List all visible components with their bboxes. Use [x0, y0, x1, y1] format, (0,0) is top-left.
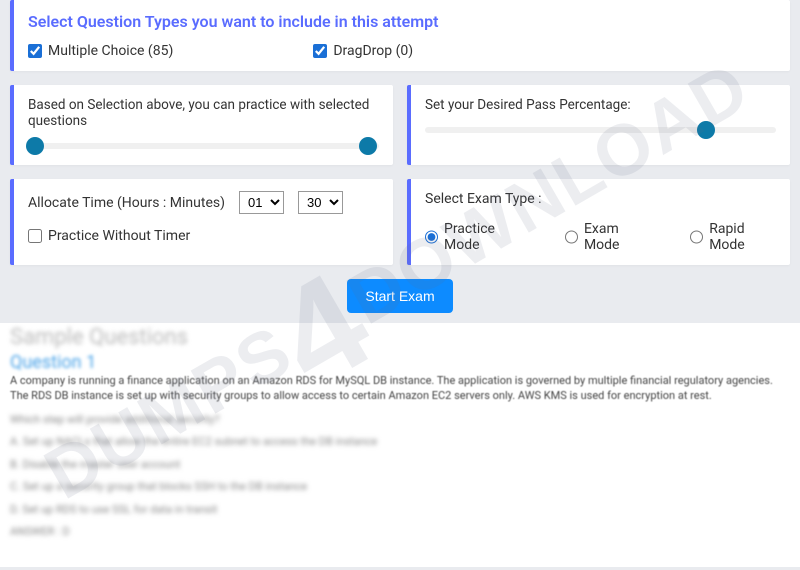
question-1-blurred: Which step will provide additional secur…: [10, 412, 790, 541]
question-types-card: Select Question Types you want to includ…: [10, 0, 790, 71]
exam-type-card: Select Exam Type : Practice Mode Exam Mo…: [407, 179, 790, 265]
practice-slider-label: Based on Selection above, you can practi…: [28, 97, 379, 129]
qtype-dragdrop-checkbox[interactable]: [313, 44, 327, 58]
qtype-multiple-choice-label: Multiple Choice (85): [48, 43, 173, 59]
no-timer-row[interactable]: Practice Without Timer: [28, 228, 379, 244]
pass-slider[interactable]: [425, 127, 776, 133]
exam-type-exam-label: Exam Mode: [584, 221, 650, 253]
question-1-heading: Question 1: [10, 352, 790, 373]
exam-type-rapid-radio[interactable]: [690, 230, 703, 244]
exam-type-rapid-label: Rapid Mode: [709, 221, 776, 253]
no-timer-checkbox[interactable]: [28, 229, 42, 243]
practice-slider-card: Based on Selection above, you can practi…: [10, 85, 393, 165]
sample-heading: Sample Questions: [10, 325, 790, 350]
pass-slider-thumb[interactable]: [697, 121, 715, 139]
no-timer-label: Practice Without Timer: [48, 228, 190, 244]
exam-type-practice[interactable]: Practice Mode: [425, 221, 525, 253]
qtype-dragdrop-label: DragDrop (0): [333, 43, 413, 59]
time-card: Allocate Time (Hours : Minutes) 01 30 Pr…: [10, 179, 393, 265]
exam-type-exam[interactable]: Exam Mode: [565, 221, 650, 253]
question-types-title: Select Question Types you want to includ…: [28, 12, 776, 31]
practice-slider-thumb-max[interactable]: [359, 137, 377, 155]
allocate-time-label: Allocate Time (Hours : Minutes): [28, 195, 225, 211]
exam-type-practice-label: Practice Mode: [444, 221, 525, 253]
pass-slider-label: Set your Desired Pass Percentage:: [425, 97, 776, 113]
exam-type-practice-radio[interactable]: [425, 230, 438, 244]
question-1-stem: A company is running a finance applicati…: [10, 373, 790, 404]
practice-range-slider[interactable]: [28, 143, 379, 149]
minutes-select[interactable]: 30: [298, 191, 343, 214]
qtype-multiple-choice[interactable]: Multiple Choice (85): [28, 43, 173, 59]
hours-select[interactable]: 01: [239, 191, 284, 214]
start-exam-button[interactable]: Start Exam: [347, 279, 452, 313]
qtype-multiple-choice-checkbox[interactable]: [28, 44, 42, 58]
practice-slider-thumb-min[interactable]: [26, 137, 44, 155]
exam-type-rapid[interactable]: Rapid Mode: [690, 221, 776, 253]
qtype-dragdrop[interactable]: DragDrop (0): [313, 43, 413, 59]
exam-type-exam-radio[interactable]: [565, 230, 578, 244]
pass-slider-card: Set your Desired Pass Percentage:: [407, 85, 790, 165]
sample-questions-section: Sample Questions Question 1 A company is…: [0, 323, 800, 567]
exam-type-label: Select Exam Type :: [425, 191, 542, 207]
